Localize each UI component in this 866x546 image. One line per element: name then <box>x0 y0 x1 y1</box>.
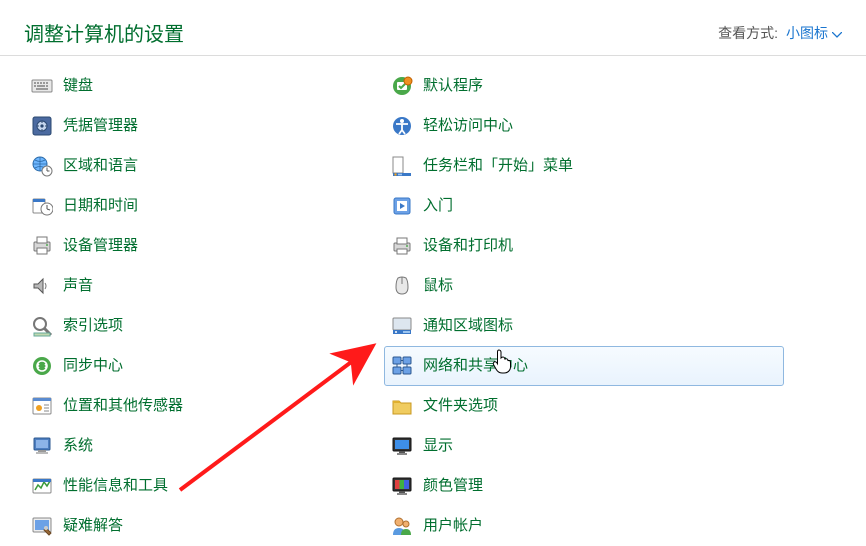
item-label: 凭据管理器 <box>63 115 138 137</box>
control-panel-item[interactable]: 用户帐户 <box>384 506 744 546</box>
folder-options-icon <box>391 395 413 417</box>
item-label: 设备管理器 <box>63 235 138 257</box>
control-panel-item[interactable]: 显示 <box>384 426 744 466</box>
control-panel-item[interactable]: 性能信息和工具 <box>24 466 384 506</box>
date-time-icon <box>31 195 53 217</box>
page-title: 调整计算机的设置 <box>24 18 184 47</box>
view-selector: 查看方式: 小图标 <box>718 23 842 43</box>
item-label: 显示 <box>423 435 453 457</box>
item-label: 入门 <box>423 195 453 217</box>
item-label: 用户帐户 <box>423 515 483 537</box>
control-panel-item[interactable]: 轻松访问中心 <box>384 106 744 146</box>
troubleshooting-icon <box>31 515 53 537</box>
sync-center-icon <box>31 355 53 377</box>
sound-icon <box>31 275 53 297</box>
keyboard-icon <box>31 75 53 97</box>
credential-manager-icon <box>31 115 53 137</box>
item-label: 设备和打印机 <box>423 235 513 257</box>
control-panel-item[interactable]: 任务栏和「开始」菜单 <box>384 146 744 186</box>
item-label: 索引选项 <box>63 315 123 337</box>
control-panel-item[interactable]: 网络和共享中心 <box>384 346 784 386</box>
item-label: 任务栏和「开始」菜单 <box>423 155 573 177</box>
network-sharing-icon <box>391 355 413 377</box>
default-programs-icon <box>391 75 413 97</box>
control-panel-item[interactable]: 凭据管理器 <box>24 106 384 146</box>
region-language-icon <box>31 155 53 177</box>
view-label-text: 查看方式: <box>718 23 778 43</box>
user-accounts-icon <box>391 515 413 537</box>
view-value-text: 小图标 <box>786 23 828 43</box>
item-label: 声音 <box>63 275 93 297</box>
control-panel-item[interactable]: 键盘 <box>24 66 384 106</box>
control-panel-item[interactable]: 通知区域图标 <box>384 306 744 346</box>
item-label: 位置和其他传感器 <box>63 395 183 417</box>
control-panel-item[interactable]: 区域和语言 <box>24 146 384 186</box>
device-manager-icon <box>31 235 53 257</box>
item-label: 鼠标 <box>423 275 453 297</box>
devices-printers-icon <box>391 235 413 257</box>
item-label: 颜色管理 <box>423 475 483 497</box>
control-panel-item[interactable]: 疑难解答 <box>24 506 384 546</box>
control-panel-item[interactable]: 默认程序 <box>384 66 744 106</box>
ease-of-access-icon <box>391 115 413 137</box>
item-label: 轻松访问中心 <box>423 115 513 137</box>
control-panel-item[interactable]: 声音 <box>24 266 384 306</box>
control-panel-item[interactable]: 索引选项 <box>24 306 384 346</box>
performance-tools-icon <box>31 475 53 497</box>
item-label: 键盘 <box>63 75 93 97</box>
item-label: 网络和共享中心 <box>423 355 528 377</box>
getting-started-icon <box>391 195 413 217</box>
control-panel-item[interactable]: 颜色管理 <box>384 466 744 506</box>
taskbar-startmenu-icon <box>391 155 413 177</box>
control-panel-item[interactable]: 文件夹选项 <box>384 386 744 426</box>
item-label: 性能信息和工具 <box>63 475 168 497</box>
separator <box>0 55 866 56</box>
item-label: 系统 <box>63 435 93 457</box>
control-panel-item[interactable]: 同步中心 <box>24 346 384 386</box>
item-label: 默认程序 <box>423 75 483 97</box>
control-panel-item[interactable]: 设备和打印机 <box>384 226 744 266</box>
control-panel-item[interactable]: 鼠标 <box>384 266 744 306</box>
control-panel-item[interactable]: 日期和时间 <box>24 186 384 226</box>
item-label: 同步中心 <box>63 355 123 377</box>
item-label: 日期和时间 <box>63 195 138 217</box>
item-label: 疑难解答 <box>63 515 123 537</box>
control-panel-item[interactable]: 入门 <box>384 186 744 226</box>
indexing-options-icon <box>31 315 53 337</box>
control-panel-item[interactable]: 系统 <box>24 426 384 466</box>
display-icon <box>391 435 413 457</box>
item-label: 区域和语言 <box>63 155 138 177</box>
notification-area-icon <box>391 315 413 337</box>
system-icon <box>31 435 53 457</box>
mouse-icon <box>391 275 413 297</box>
item-label: 通知区域图标 <box>423 315 513 337</box>
color-management-icon <box>391 475 413 497</box>
chevron-down-icon <box>832 25 842 41</box>
control-panel-item[interactable]: 设备管理器 <box>24 226 384 266</box>
view-by-dropdown[interactable]: 小图标 <box>786 23 842 43</box>
control-panel-item[interactable]: 位置和其他传感器 <box>24 386 384 426</box>
item-label: 文件夹选项 <box>423 395 498 417</box>
location-sensors-icon <box>31 395 53 417</box>
